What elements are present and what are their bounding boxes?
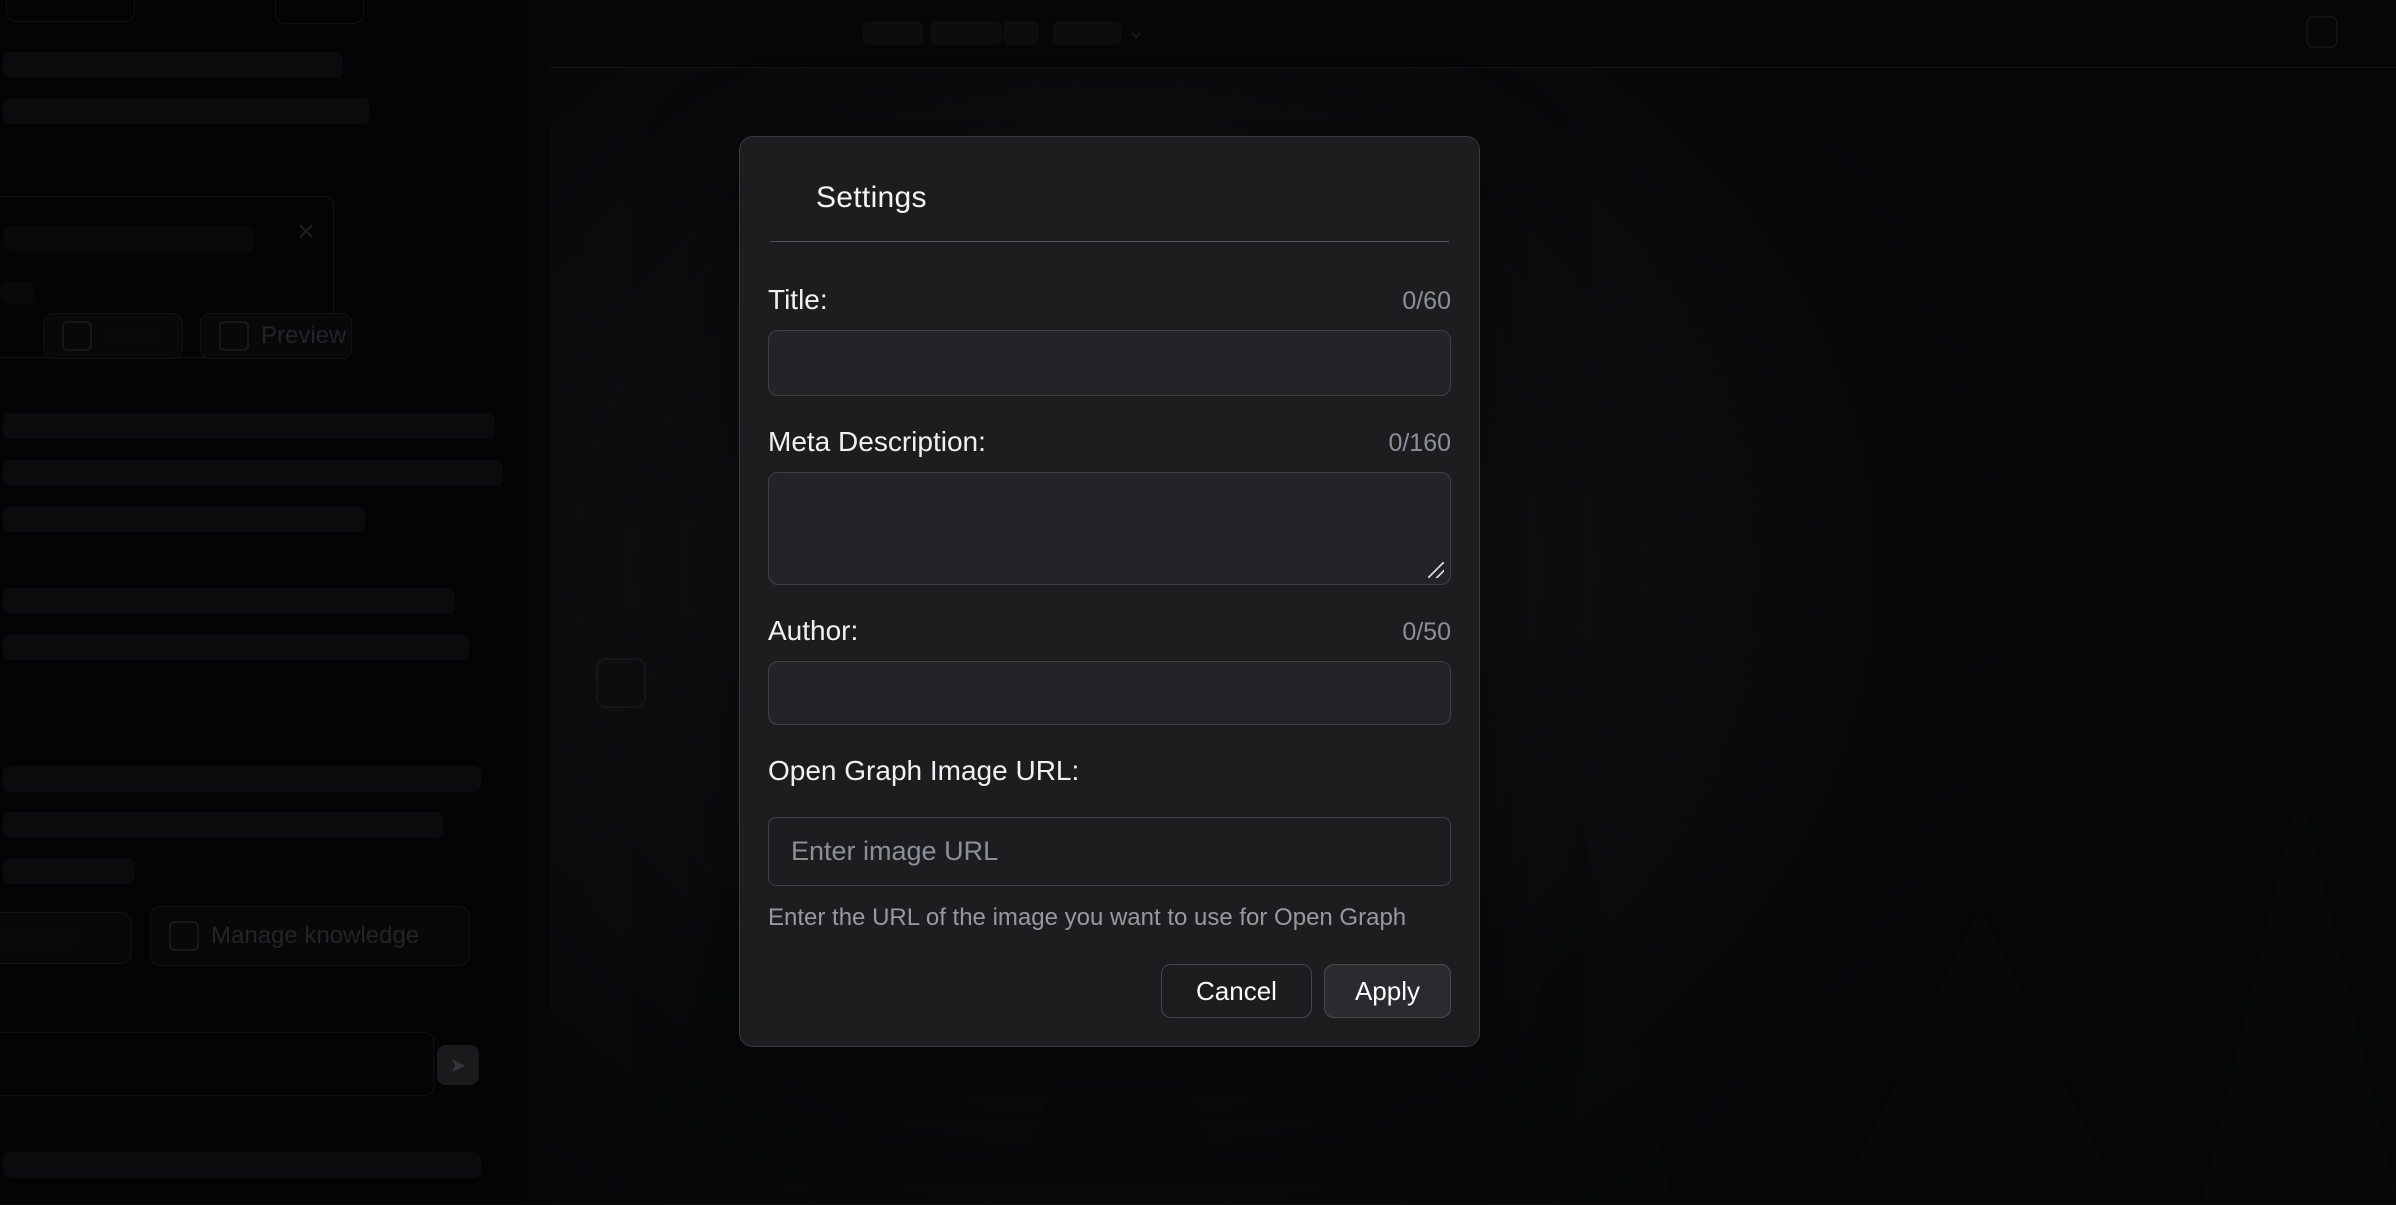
author-label: Author: [768, 615, 858, 647]
title-counter: 0/60 [1402, 287, 1451, 316]
title-field-row: Title: 0/60 [768, 284, 1451, 316]
meta-field-row: Meta Description: 0/160 [768, 426, 1451, 458]
author-counter: 0/50 [1402, 618, 1451, 647]
meta-description-textarea[interactable] [768, 472, 1451, 585]
cancel-button[interactable]: Cancel [1161, 964, 1312, 1018]
divider [770, 241, 1449, 242]
modal-actions: Cancel Apply [768, 964, 1451, 1018]
og-image-url-helper: Enter the URL of the image you want to u… [768, 904, 1451, 932]
meta-description-counter: 0/160 [1388, 429, 1451, 458]
title-input[interactable] [768, 330, 1451, 396]
og-image-url-input[interactable] [768, 817, 1451, 886]
meta-description-wrap [768, 472, 1451, 585]
modal-title: Settings [816, 181, 1451, 215]
author-input[interactable] [768, 661, 1451, 725]
meta-description-label: Meta Description: [768, 426, 986, 458]
author-field-row: Author: 0/50 [768, 615, 1451, 647]
apply-button[interactable]: Apply [1324, 964, 1451, 1018]
settings-modal: Settings Title: 0/60 Meta Description: 0… [739, 136, 1480, 1047]
og-image-url-label: Open Graph Image URL: [768, 755, 1451, 787]
title-label: Title: [768, 284, 828, 316]
